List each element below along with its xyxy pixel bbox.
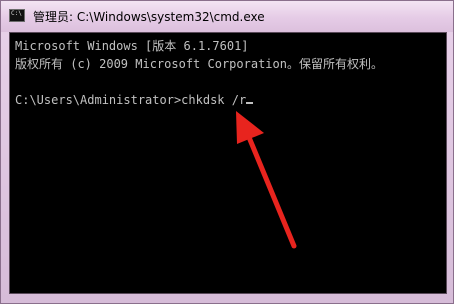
cmd-icon: C:\ bbox=[9, 9, 25, 22]
window-title: 管理员: C:\Windows\system32\cmd.exe bbox=[33, 10, 265, 24]
cmd-window: C:\ 管理员: C:\Windows\system32\cmd.exe Mic… bbox=[0, 0, 454, 304]
copyright-line: 版权所有 (c) 2009 Microsoft Corporation。保留所有… bbox=[15, 57, 383, 71]
command-line[interactable]: C:\Users\Administrator>chkdsk /r bbox=[15, 91, 446, 109]
command-text: chkdsk /r bbox=[181, 93, 247, 107]
version-line: Microsoft Windows [版本 6.1.7601] bbox=[15, 39, 249, 53]
prompt-text: C:\Users\Administrator> bbox=[15, 93, 182, 107]
text-cursor bbox=[246, 102, 254, 104]
title-bar[interactable]: C:\ 管理员: C:\Windows\system32\cmd.exe bbox=[1, 1, 453, 32]
console-area[interactable]: Microsoft Windows [版本 6.1.7601] 版权所有 (c)… bbox=[9, 32, 447, 294]
